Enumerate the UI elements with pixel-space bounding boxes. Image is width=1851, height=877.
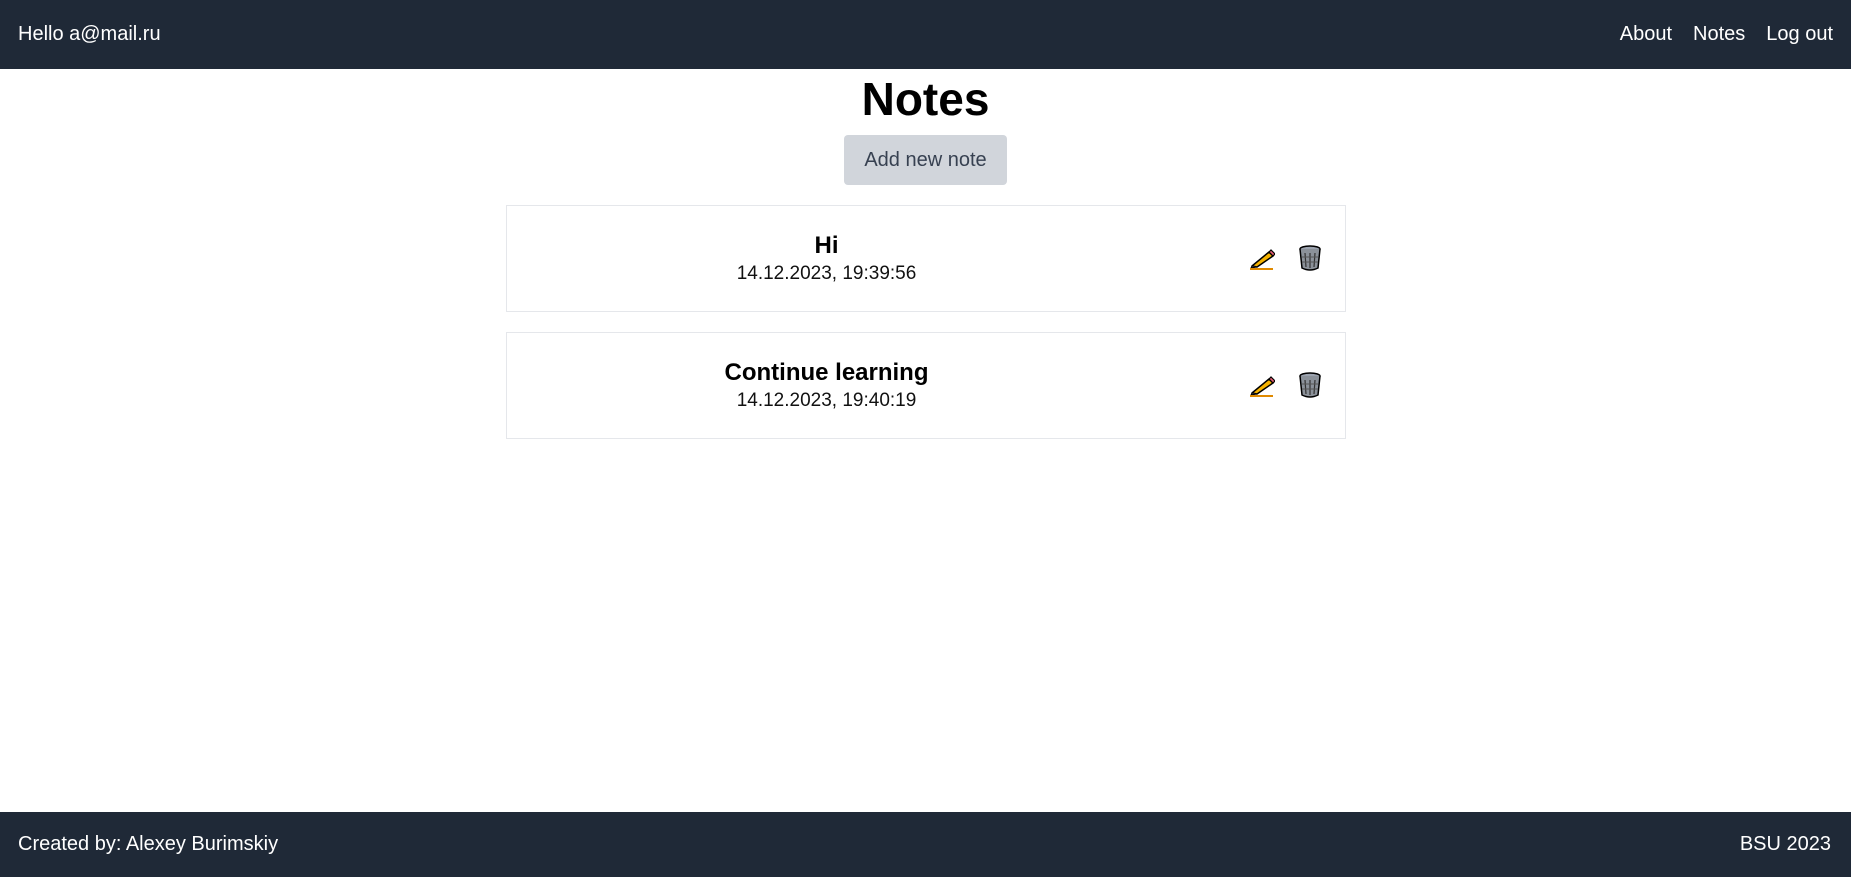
nav-notes-link[interactable]: Notes — [1693, 23, 1745, 46]
note-date: 14.12.2023, 19:39:56 — [736, 263, 917, 284]
nav-about-link[interactable]: About — [1620, 23, 1672, 46]
nav-links: About Notes Log out — [1620, 23, 1833, 46]
note-text: Hi 14.12.2023, 19:39:56 — [507, 230, 1147, 286]
note-title: Hi — [814, 232, 839, 259]
user-greeting: Hello a@mail.ru — [18, 23, 161, 45]
pencil-icon[interactable] — [1249, 244, 1275, 272]
note-title: Continue learning — [724, 359, 929, 386]
notes-list: Hi 14.12.2023, 19:39:56 Continue learnin… — [505, 205, 1346, 439]
note-card[interactable]: Hi 14.12.2023, 19:39:56 — [505, 205, 1346, 312]
top-navbar: Hello a@mail.ru About Notes Log out — [0, 0, 1851, 69]
trash-icon[interactable] — [1297, 244, 1323, 272]
main-content: Notes Add new note Hi 14.12.2023, 19:39:… — [0, 69, 1851, 812]
note-text: Continue learning 14.12.2023, 19:40:19 — [507, 357, 1147, 413]
add-note-button[interactable]: Add new note — [844, 135, 1007, 185]
note-actions — [1249, 244, 1323, 272]
footer-credits: Created by: Alexey Burimskiy — [18, 833, 279, 855]
note-actions — [1249, 371, 1323, 399]
footer: Created by: Alexey Burimskiy BSU 2023 — [0, 812, 1851, 877]
pencil-icon[interactable] — [1249, 371, 1275, 399]
footer-org: BSU 2023 — [1739, 833, 1831, 855]
trash-icon[interactable] — [1297, 371, 1323, 399]
note-card[interactable]: Continue learning 14.12.2023, 19:40:19 — [505, 332, 1346, 439]
note-date: 14.12.2023, 19:40:19 — [736, 390, 917, 411]
page-title: Notes — [861, 73, 990, 125]
nav-logout-link[interactable]: Log out — [1766, 23, 1833, 46]
